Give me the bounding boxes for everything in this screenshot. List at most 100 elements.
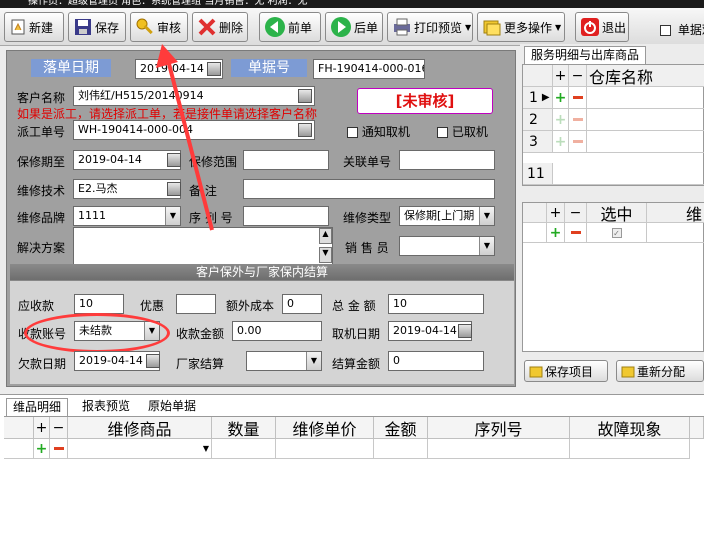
factory-label: 厂家结算 [176,357,225,371]
repair-type-select[interactable]: 保修期[上门期 ▼ [399,206,495,226]
seller-select[interactable]: ▼ [399,236,495,256]
lookup-icon[interactable] [298,123,312,137]
checkbox[interactable] [437,127,448,138]
qty-col-header: 数量 [212,417,276,439]
pickup-label: 取机日期 [332,327,381,341]
remark-field[interactable] [243,179,495,199]
seller-label: 销 售 员 [345,241,389,255]
checkbox[interactable] [347,127,358,138]
redistribute-button[interactable]: 重新分配 [616,360,704,382]
tech-label: 维修技术 [17,184,66,198]
related-label: 关联单号 [343,155,392,169]
remove-row-icon[interactable] [569,131,587,153]
add-row-icon[interactable]: + [34,439,50,459]
total-field[interactable]: 10 [388,294,484,314]
qty-cell[interactable] [212,439,276,459]
tab-repair-items[interactable]: 维品明细 [6,398,69,416]
audit-button[interactable]: 审核 [130,12,188,42]
doc-no-label: 单据号 [231,59,307,77]
next-button[interactable]: 后单 [325,12,383,42]
delete-button[interactable]: 删除 [192,12,248,42]
settle-panel: 应收款 10 优惠 额外成本 0 总 金 额 10 收款账号 未结款 ▼ 收款金额… [10,280,514,384]
row-header: 2 [523,109,553,131]
service-panel: 服务明细与出库商品 + − 仓库名称 1 ▶ + 2 + 3 + 11 + − 选… [520,44,704,387]
serial-col-header: 序列号 [428,417,570,439]
scroll-up-icon[interactable]: ▲ [319,228,332,244]
calendar-icon[interactable] [458,324,472,338]
settle-section-title: 客户保外与厂家保内结算 [10,264,514,280]
settle-amount-field[interactable]: 0 [388,351,484,371]
taken-checkbox[interactable]: 已取机 [437,123,488,140]
tab-original-doc[interactable]: 原始单据 [142,398,202,416]
select-checkbox[interactable]: ✓ [611,227,622,238]
lookup-icon[interactable] [298,89,312,103]
toolbar: 新建 保存 审核 删除 前单 后单 打印预览 ▼ 更多操作 ▼ 退出 单据观 [0,8,704,46]
single-doc-check[interactable]: 单据观 [660,21,704,38]
factory-select[interactable]: ▼ [246,351,322,371]
chevron-down-icon[interactable]: ▼ [306,352,321,370]
exit-button[interactable]: 退出 [575,12,629,42]
owe-date-label: 欠款日期 [18,357,67,371]
tab-report-preview[interactable]: 报表预览 [76,398,136,416]
key-icon [136,18,153,35]
repair-type-label: 维修类型 [343,211,392,225]
more-col-header: 维 [647,203,704,224]
add-row-icon[interactable]: + [553,109,569,131]
remove-row-icon[interactable] [565,223,587,243]
row-header: 3 [523,131,553,153]
add-row-icon[interactable]: + [547,223,565,243]
save-items-button[interactable]: 保存项目 [524,360,608,382]
checkbox[interactable] [660,25,671,36]
repair-items-panel: 维品明细 报表预览 原始单据 + − 维修商品 数量 维修单价 金额 序列号 故… [0,394,704,555]
receivable-field[interactable]: 10 [74,294,124,314]
selection-grid: + − 选中 维 + ✓ [522,202,704,352]
price-col-header: 维修单价 [276,417,374,439]
scroll-down-icon[interactable]: ▼ [319,247,332,263]
tab-service-detail[interactable]: 服务明细与出库商品 [524,46,647,64]
serial-cell[interactable] [428,439,570,459]
add-col-header: + [34,417,50,439]
customer-label: 客户名称 [17,91,66,105]
brand-label: 维修品牌 [17,211,66,225]
prev-button[interactable]: 前单 [259,12,321,42]
chevron-down-icon: ▼ [202,444,209,453]
price-cell[interactable] [276,439,374,459]
chevron-down-icon[interactable]: ▼ [479,207,494,225]
annotation-ellipse [24,313,170,353]
related-field[interactable] [399,150,495,170]
received-label: 收款金额 [176,327,225,341]
chevron-down-icon[interactable]: ▼ [479,237,494,255]
remove-row-icon[interactable] [50,439,68,459]
extra-cost-field[interactable]: 0 [282,294,322,314]
discount-field[interactable] [176,294,216,314]
calendar-icon[interactable] [146,354,160,368]
print-preview-button[interactable]: 打印预览 ▼ [387,12,473,42]
total-label: 总 金 额 [332,299,376,313]
product-select[interactable]: ▼ [68,439,212,459]
remove-row-icon[interactable] [569,109,587,131]
warehouse-col-header: 仓库名称 [587,65,704,87]
order-date-label: 落单日期 [31,59,111,77]
fault-col-header: 故障现象 [570,417,690,439]
save-button[interactable]: 保存 [68,12,126,42]
receivable-label: 应收款 [18,299,55,313]
add-row-icon[interactable]: + [553,131,569,153]
warranty-scope-field[interactable] [243,150,329,170]
solution-label: 解决方案 [17,241,66,255]
remove-row-icon[interactable] [569,87,587,109]
folder-icon [529,366,543,378]
remove-col-header: − [569,65,587,87]
amount-cell[interactable] [374,439,428,459]
serial-field[interactable] [243,206,329,226]
doc-no-field[interactable]: FH-190414-000-016 [313,59,425,79]
floppy-icon [75,19,91,35]
folder-icon [621,366,635,378]
new-button[interactable]: 新建 [4,12,64,42]
fault-cell[interactable] [570,439,690,459]
notify-checkbox[interactable]: 通知取机 [347,123,410,140]
add-row-icon[interactable]: + [553,87,569,109]
remove-col-header: − [565,203,587,223]
received-field[interactable]: 0.00 [232,321,322,341]
more-actions-button[interactable]: 更多操作 ▼ [477,12,565,42]
annotation-arrow [156,44,214,231]
